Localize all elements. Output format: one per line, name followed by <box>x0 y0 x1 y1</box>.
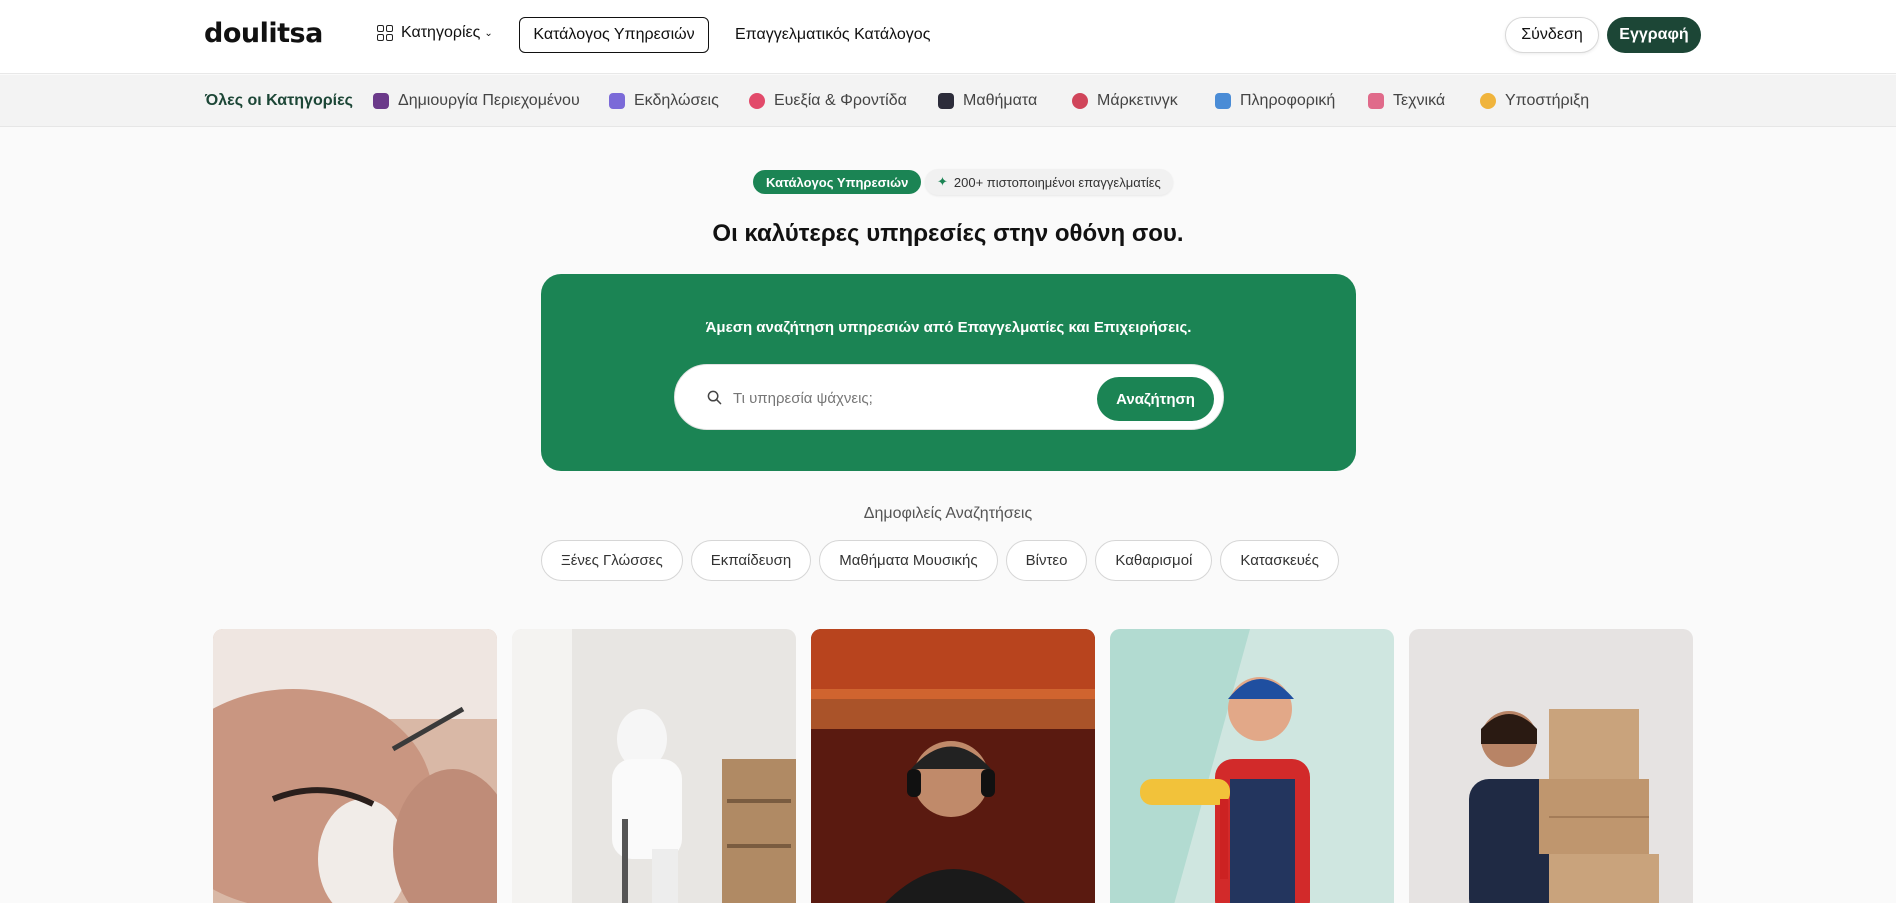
search-panel-text: Άμεση αναζήτηση υπηρεσιών από Επαγγελματ… <box>705 319 1192 336</box>
chip-foreign-languages[interactable]: Ξένες Γλώσσες <box>541 540 683 581</box>
graduation-cap-icon <box>938 93 954 109</box>
pro-count-text: 200+ πιστοποιημένοι επαγγελματίες <box>953 174 1161 190</box>
search-icon <box>707 390 722 405</box>
chip-music-lessons[interactable]: Μαθήματα Μουσικής <box>819 540 998 581</box>
category-support[interactable]: Υποστήριξη <box>1480 92 1589 110</box>
chevron-down-icon: ⌄ <box>484 27 493 39</box>
popular-searches-label: Δημοφιλείς Αναζητήσεις <box>863 505 1033 522</box>
service-card-painting[interactable] <box>1110 629 1394 903</box>
category-label: Τεχνικά <box>1393 92 1446 109</box>
chip-construction[interactable]: Κατασκευές <box>1220 540 1339 581</box>
category-all[interactable]: Όλες οι Κατηγορίες <box>205 92 353 110</box>
heart-icon <box>749 93 765 109</box>
category-events[interactable]: Εκδηλώσεις <box>609 92 719 110</box>
brush-icon <box>1368 93 1384 109</box>
category-label: Μαθήματα <box>963 92 1038 109</box>
logo[interactable]: doulitsa <box>204 18 323 49</box>
chip-cleaning[interactable]: Καθαρισμοί <box>1095 540 1213 581</box>
dj-photo <box>811 629 1095 903</box>
categories-label: Κατηγορίες <box>401 24 481 41</box>
category-content-creation[interactable]: Δημιουργία Περιεχομένου <box>373 92 580 110</box>
category-label: Μάρκετινγκ <box>1097 92 1178 109</box>
category-technical[interactable]: Τεχνικά <box>1368 92 1445 110</box>
chip-education[interactable]: Εκπαίδευση <box>690 540 812 581</box>
service-card-moving[interactable] <box>1409 629 1693 903</box>
computer-icon <box>1215 93 1231 109</box>
service-card-cleaning[interactable] <box>512 629 796 903</box>
category-label: Ευεξία & Φροντίδα <box>774 92 907 109</box>
handshake-icon <box>1480 93 1496 109</box>
popular-searches-chips: Ξένες Γλώσσες Εκπαίδευση Μαθήματα Μουσικ… <box>541 540 1339 581</box>
top-header: doulitsa Κατηγορίες ⌄ Κατάλογος Υπηρεσιώ… <box>0 0 1896 74</box>
beauty-photo <box>213 629 497 903</box>
category-label: Εκδηλώσεις <box>634 92 719 109</box>
category-lessons[interactable]: Μαθήματα <box>938 92 1037 110</box>
search-button[interactable]: Αναζήτηση <box>1097 377 1214 421</box>
search-input[interactable] <box>733 383 1073 413</box>
page-title: Οι καλύτερες υπηρεσίες στην οθόνη σου. <box>712 220 1184 247</box>
moving-photo <box>1409 629 1693 903</box>
painter-photo <box>1110 629 1394 903</box>
chip-video[interactable]: Βίντεο <box>1005 540 1088 581</box>
sparkle-icon: ✦ <box>937 174 948 189</box>
login-button[interactable]: Σύνδεση <box>1505 17 1599 53</box>
service-card-beauty[interactable] <box>213 629 497 903</box>
category-marketing[interactable]: Μάρκετινγκ <box>1072 92 1178 110</box>
services-catalog-button[interactable]: Κατάλογος Υπηρεσιών <box>519 17 709 53</box>
category-label: Όλες οι Κατηγορίες <box>205 92 353 109</box>
camera-icon <box>373 93 389 109</box>
pro-catalog-link[interactable]: Επαγγελματικός Κατάλογος <box>735 26 930 44</box>
catalog-badge: Κατάλογος Υπηρεσιών <box>753 170 922 194</box>
cleaning-photo <box>512 629 796 903</box>
grid-icon <box>377 25 393 41</box>
category-label: Πληροφορική <box>1240 92 1336 109</box>
categories-menu[interactable]: Κατηγορίες ⌄ <box>377 24 493 42</box>
search-box: Αναζήτηση <box>674 364 1224 430</box>
category-wellness[interactable]: Ευεξία & Φροντίδα <box>749 92 907 110</box>
target-icon <box>1072 93 1088 109</box>
signup-button[interactable]: Εγγραφή <box>1607 17 1701 53</box>
music-note-icon <box>609 93 625 109</box>
category-bar: Όλες οι Κατηγορίες Δημιουργία Περιεχομέν… <box>0 75 1896 127</box>
service-card-dj[interactable] <box>811 629 1095 903</box>
pro-count-badge: ✦ 200+ πιστοποιημένοι επαγγελματίες <box>925 169 1173 195</box>
category-it[interactable]: Πληροφορική <box>1215 92 1335 110</box>
category-label: Δημιουργία Περιεχομένου <box>398 92 580 109</box>
search-panel: Άμεση αναζήτηση υπηρεσιών από Επαγγελματ… <box>541 274 1356 471</box>
category-label: Υποστήριξη <box>1505 92 1590 109</box>
